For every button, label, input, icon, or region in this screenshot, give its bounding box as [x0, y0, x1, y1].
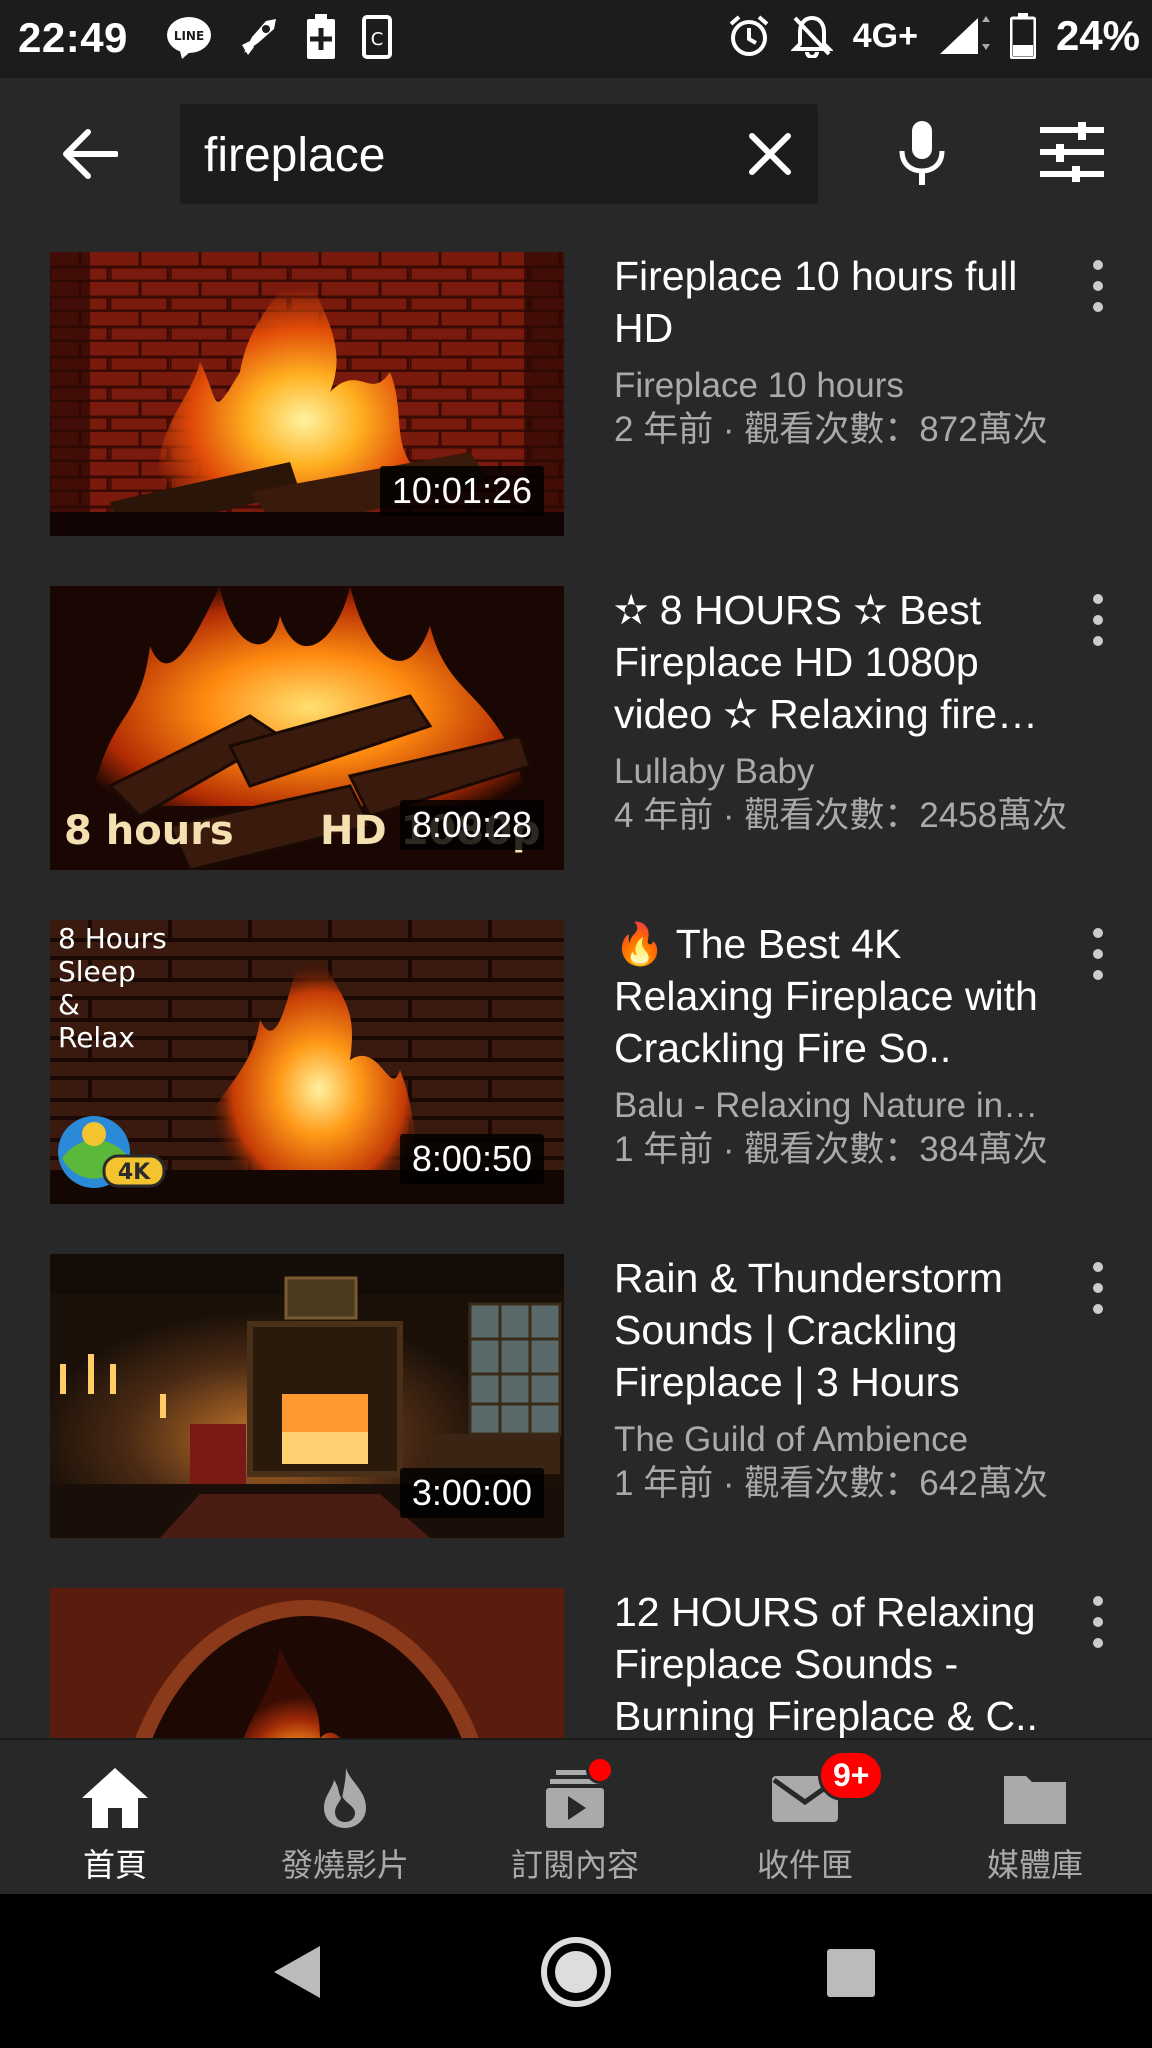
bottom-navigation: 首頁 發燒影片 訂閱內容 9+ 收件匣 媒體庫: [0, 1738, 1152, 1896]
search-header: fireplace: [0, 78, 1152, 230]
more-options-button[interactable]: [1080, 924, 1116, 984]
nav-label: 收件匣: [756, 1847, 853, 1883]
video-result[interactable]: 10:01:26 Fireplace 10 hours full HD Fire…: [0, 230, 1152, 536]
svg-text:Relax: Relax: [58, 1021, 135, 1054]
battery-percent: 24%: [1055, 12, 1140, 59]
signal-icon: [939, 16, 990, 54]
video-title[interactable]: 12 HOURS of Relaxing Fireplace Sounds - …: [614, 1586, 1064, 1738]
rocket-icon: [242, 19, 276, 55]
filter-icon: [1040, 122, 1104, 182]
video-result[interactable]: 12 HOURS of Relaxing Fireplace Sounds - …: [0, 1566, 1152, 1738]
more-options-button[interactable]: [1080, 1258, 1116, 1318]
video-stats: 1 年前 · 觀看次數：642萬次: [614, 1464, 1048, 1503]
status-left-icons: LINE C: [166, 14, 392, 60]
status-bar: 22:49 LINE C 4G+ 24%: [0, 0, 1152, 78]
search-filter-button[interactable]: [1040, 122, 1110, 186]
nav-label: 媒體庫: [986, 1847, 1083, 1883]
results-list[interactable]: 10:01:26 Fireplace 10 hours full HD Fire…: [0, 230, 1152, 1738]
nav-label: 首頁: [82, 1847, 147, 1883]
svg-text:C: C: [371, 29, 384, 50]
search-input[interactable]: fireplace: [180, 104, 818, 204]
nav-label: 訂閱內容: [510, 1847, 639, 1883]
more-options-button[interactable]: [1080, 256, 1116, 316]
inbox-badge: 9+: [818, 1750, 885, 1801]
video-thumbnail[interactable]: 8 Hours Sleep & Relax 4K 8:00:50: [50, 920, 564, 1204]
video-duration: 10:01:26: [379, 466, 544, 516]
nav-inbox[interactable]: 9+ 收件匣: [690, 1740, 920, 1896]
video-stats: 1 年前 · 觀看次數：384萬次: [614, 1130, 1048, 1169]
search-query[interactable]: fireplace: [204, 128, 385, 183]
home-icon: [82, 1768, 148, 1828]
nav-library[interactable]: 媒體庫: [920, 1740, 1150, 1896]
channel-name[interactable]: The Guild of Ambience: [614, 1418, 1114, 1462]
video-result[interactable]: 3:00:00 Rain & Thunderstorm Sounds | Cra…: [0, 1232, 1152, 1538]
video-duration: 3:00:00: [399, 1468, 544, 1518]
close-icon: [749, 133, 791, 175]
video-title[interactable]: Rain & Thunderstorm Sounds | Crackling F…: [614, 1252, 1064, 1408]
thumbnail-overlay-left: 8 hours: [64, 808, 234, 854]
video-title[interactable]: 🔥 The Best 4K Relaxing Fireplace with Cr…: [614, 918, 1064, 1074]
video-duration: 8:00:28: [399, 800, 544, 850]
nav-label: 發燒影片: [280, 1847, 409, 1883]
video-title[interactable]: ✫ 8 HOURS ✫ Best Fireplace HD 1080p vide…: [614, 584, 1064, 740]
battery-plus-icon: [307, 14, 335, 59]
svg-text:&: &: [58, 988, 80, 1021]
clipboard-icon: C: [362, 15, 392, 59]
nav-trending[interactable]: 發燒影片: [230, 1740, 460, 1896]
video-result[interactable]: 8 Hours Sleep & Relax 4K 8:00:50 🔥 The B…: [0, 898, 1152, 1204]
thumbnail-image: [50, 1588, 564, 1738]
video-duration: 8:00:50: [399, 1134, 544, 1184]
nav-subscriptions[interactable]: 訂閱內容: [460, 1740, 690, 1896]
clear-search-button[interactable]: [746, 130, 794, 178]
svg-text:8 Hours: 8 Hours: [58, 922, 167, 955]
more-options-button[interactable]: [1080, 590, 1116, 650]
video-thumbnail[interactable]: 8 hours HD 1080p 8:00:28: [50, 586, 564, 870]
channel-name[interactable]: Balu - Relaxing Nature in…: [614, 1084, 1114, 1128]
network-type: 4G+: [852, 16, 918, 55]
video-stats: 2 年前 · 觀看次數：872萬次: [614, 410, 1048, 449]
status-time: 22:49: [18, 14, 128, 61]
video-result[interactable]: 8 hours HD 1080p 8:00:28 ✫ 8 HOURS ✫ Bes…: [0, 564, 1152, 870]
video-thumbnail[interactable]: 3:00:00: [50, 1254, 564, 1538]
video-title[interactable]: Fireplace 10 hours full HD: [614, 250, 1064, 354]
flame-icon: [324, 1768, 366, 1828]
line-icon: LINE: [167, 17, 211, 59]
subscriptions-badge-dot: [586, 1756, 614, 1784]
channel-name[interactable]: Fireplace 10 hours: [614, 364, 1114, 408]
recents-square-icon[interactable]: [826, 1948, 876, 1998]
video-thumbnail[interactable]: 10:01:26: [50, 252, 564, 536]
voice-search-button[interactable]: [890, 118, 954, 190]
arrow-back-icon: [63, 129, 118, 179]
battery-icon: [1009, 13, 1036, 59]
back-triangle-icon[interactable]: [272, 1944, 322, 2000]
mic-icon: [899, 121, 945, 185]
back-button[interactable]: [52, 122, 128, 186]
alarm-icon: [729, 15, 769, 56]
nav-home[interactable]: 首頁: [0, 1740, 230, 1896]
video-stats: 4 年前 · 觀看次數：2458萬次: [614, 796, 1068, 835]
system-navigation-bar: [0, 1894, 1152, 2048]
bell-off-icon: [790, 15, 833, 58]
svg-text:Sleep: Sleep: [58, 955, 136, 988]
home-circle-icon[interactable]: [540, 1936, 612, 2008]
channel-name[interactable]: Lullaby Baby: [614, 750, 1114, 794]
folder-icon: [1004, 1776, 1066, 1824]
status-right-icons: 4G+ 24%: [727, 12, 1140, 60]
video-thumbnail[interactable]: [50, 1588, 564, 1738]
more-options-button[interactable]: [1080, 1592, 1116, 1652]
svg-text:LINE: LINE: [174, 29, 204, 43]
svg-text:4K: 4K: [118, 1160, 151, 1185]
